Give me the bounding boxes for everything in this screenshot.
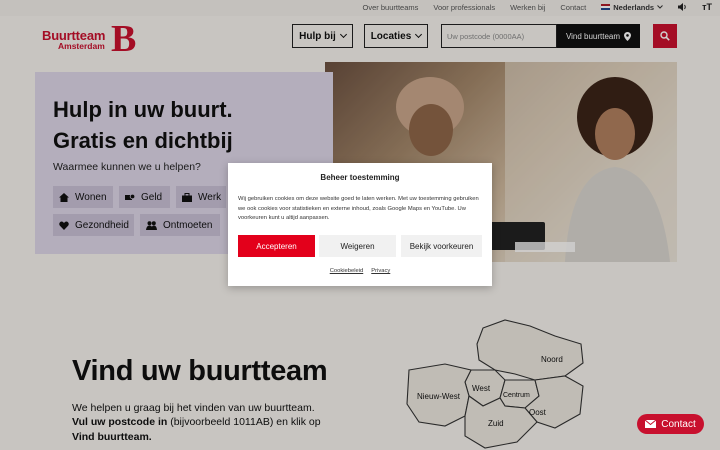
cookie-consent-modal: Beheer toestemming Wij gebruiken cookies… xyxy=(228,163,492,286)
modal-text: Wij gebruiken cookies om deze website go… xyxy=(238,196,479,221)
mail-icon xyxy=(645,420,657,428)
modal-title: Beheer toestemming xyxy=(320,173,400,182)
modal-links: Cookiebeleid Privacy xyxy=(228,268,492,274)
contact-label: Contact xyxy=(661,418,696,430)
accept-button[interactable]: Accepteren xyxy=(238,235,315,257)
privacy-link[interactable]: Privacy xyxy=(371,268,390,274)
view-preferences-button[interactable]: Bekijk voorkeuren xyxy=(401,235,482,257)
cookie-policy-link[interactable]: Cookiebeleid xyxy=(330,268,364,274)
deny-button[interactable]: Weigeren xyxy=(319,235,396,257)
contact-floating-button[interactable]: Contact xyxy=(637,414,704,434)
